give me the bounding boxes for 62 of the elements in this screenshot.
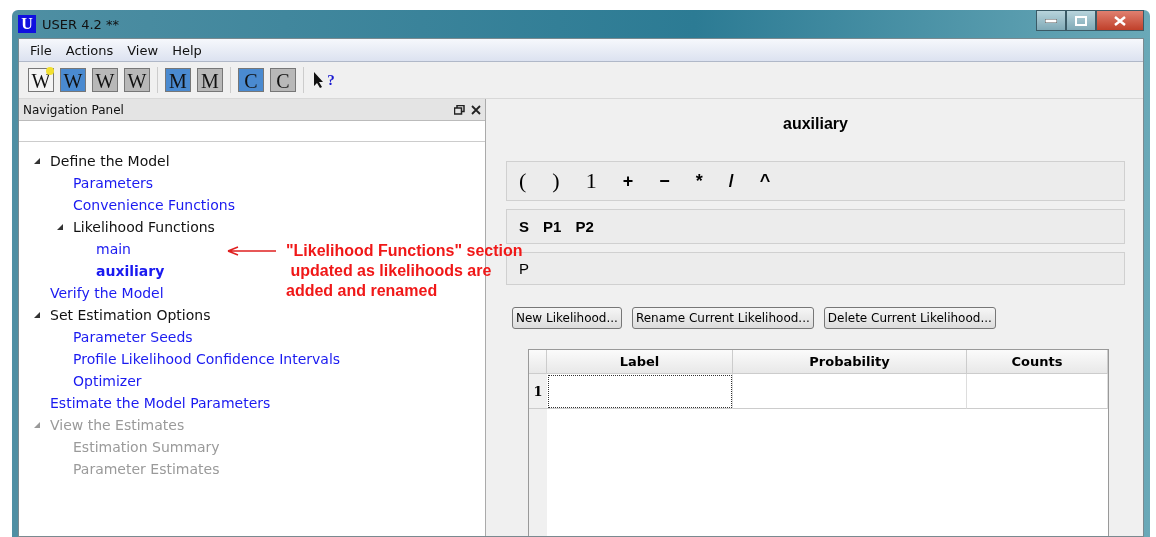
disk-document-icon[interactable]: W	[123, 66, 151, 94]
folder-document-icon[interactable]: W	[59, 66, 87, 94]
disk-document-icon[interactable]: C	[269, 66, 297, 94]
tree-item[interactable]: Set Estimation Options	[50, 307, 211, 323]
operator-token[interactable]: −	[659, 170, 670, 192]
variable-token[interactable]: S	[519, 218, 529, 235]
maximize-button[interactable]	[1066, 10, 1096, 31]
tree-item[interactable]: Define the Model	[50, 153, 170, 169]
operator-token[interactable]: )	[552, 168, 560, 194]
tree-item[interactable]: auxiliary	[96, 263, 165, 279]
table-corner	[529, 350, 547, 374]
column-header[interactable]: Probability	[733, 350, 967, 374]
window-title: USER 4.2 **	[42, 16, 119, 32]
tree-item[interactable]: Estimate the Model Parameters	[50, 395, 271, 411]
menu-item[interactable]: Help	[165, 42, 209, 58]
restore-icon[interactable]	[454, 104, 465, 115]
maximize-icon	[1075, 15, 1087, 26]
tree-item[interactable]: Parameters	[73, 175, 154, 191]
tree-item[interactable]: Verify the Model	[50, 285, 164, 301]
expand-triangle-icon[interactable]	[33, 311, 41, 319]
menu-item[interactable]: Actions	[58, 42, 121, 58]
action-button[interactable]: New Likelihood...	[512, 307, 622, 329]
app-logo: U	[18, 15, 36, 33]
new-document-icon[interactable]: W	[27, 66, 55, 94]
expand-triangle-icon[interactable]	[56, 223, 64, 231]
close-icon[interactable]	[471, 104, 481, 115]
table-cell[interactable]	[547, 374, 733, 409]
operator-token[interactable]: 1	[585, 168, 597, 194]
tree-item[interactable]: Profile Likelihood Confidence Intervals	[73, 351, 341, 367]
disk-document-icon[interactable]: W	[91, 66, 119, 94]
tree-item[interactable]: main	[96, 241, 131, 257]
variable-token[interactable]: P1	[543, 218, 562, 235]
table-cell[interactable]	[967, 374, 1108, 409]
column-header[interactable]: Counts	[967, 350, 1108, 374]
folder-document-icon[interactable]: C	[237, 66, 265, 94]
row-number: 1	[529, 374, 547, 409]
close-button[interactable]	[1096, 10, 1144, 31]
column-header[interactable]: Label	[547, 350, 733, 374]
menu-item[interactable]: File	[23, 42, 59, 58]
disk-document-icon[interactable]: M	[196, 66, 224, 94]
operator-token[interactable]: (	[519, 168, 527, 194]
action-button[interactable]: Rename Current Likelihood...	[631, 307, 814, 329]
likelihood-title: auxiliary	[782, 115, 849, 133]
tree-item[interactable]: Convenience Functions	[73, 197, 235, 213]
expand-triangle-icon[interactable]	[33, 157, 41, 165]
panel-title: Navigation Panel	[23, 102, 124, 117]
close-icon	[1114, 15, 1126, 26]
tree-item[interactable]: Parameter Seeds	[73, 329, 193, 345]
variable-token[interactable]: P2	[575, 218, 594, 235]
minimize-icon	[1045, 18, 1057, 23]
tree-item[interactable]: Optimizer	[73, 373, 142, 389]
menu-item[interactable]: View	[120, 42, 166, 58]
minimize-button[interactable]	[1036, 10, 1066, 31]
operator-token[interactable]: ^	[759, 170, 771, 192]
table-cell[interactable]	[733, 374, 967, 409]
folder-document-icon[interactable]: M	[164, 66, 192, 94]
action-button[interactable]: Delete Current Likelihood...	[823, 307, 996, 329]
tree-item[interactable]: Likelihood Functions	[73, 219, 215, 235]
operator-token[interactable]: *	[695, 170, 703, 192]
annotation-arrow	[226, 246, 278, 256]
operator-token[interactable]: /	[728, 170, 734, 192]
operator-token[interactable]: +	[622, 170, 634, 192]
